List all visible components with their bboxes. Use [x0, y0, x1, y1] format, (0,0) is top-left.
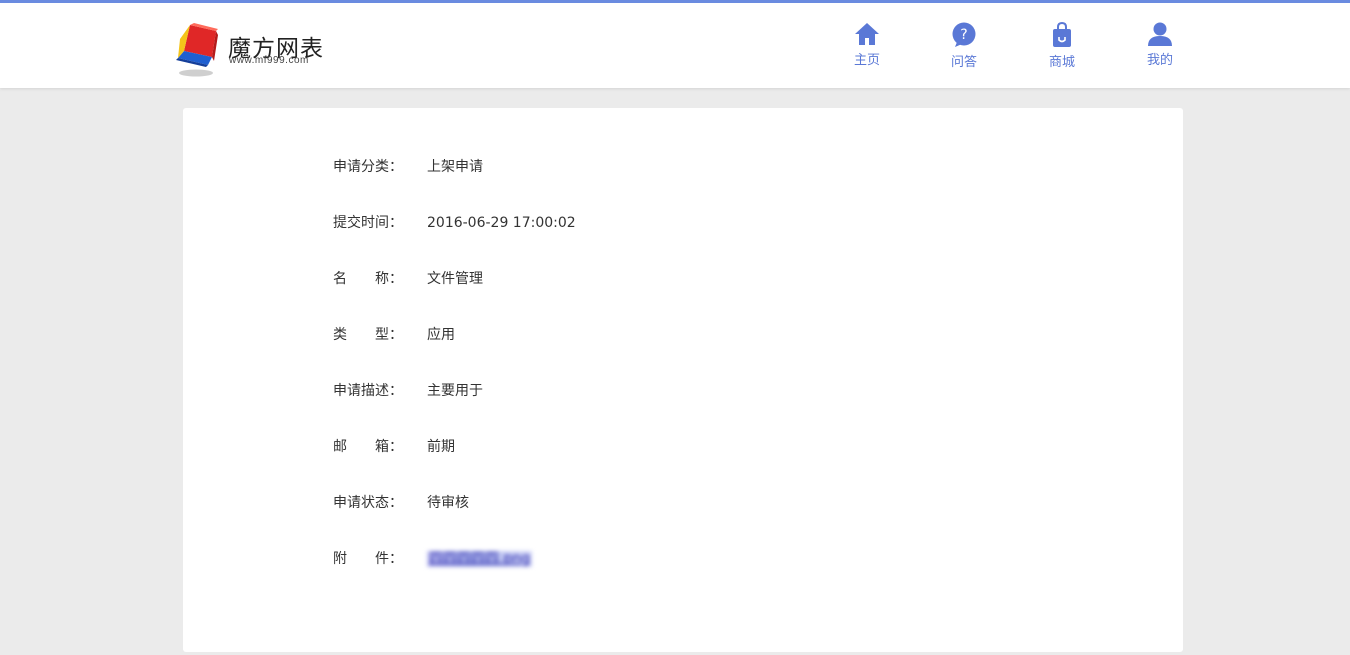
- nav-label-mine: 我的: [1146, 53, 1173, 68]
- detail-label: 附 件：: [333, 551, 403, 567]
- question-icon: ?: [952, 22, 976, 47]
- nav-item-mine[interactable]: 我的: [1130, 22, 1190, 74]
- shopping-bag-icon: [1053, 22, 1071, 47]
- nav-item-qa[interactable]: ? 问答: [934, 22, 994, 74]
- detail-label: 申请分类：: [333, 159, 403, 175]
- cube-logo-icon: [176, 23, 218, 77]
- nav-label-mall: 商城: [1048, 55, 1075, 70]
- detail-value: 主要用于: [427, 383, 483, 399]
- attachment-link[interactable]: 四四四四四.png: [427, 551, 533, 567]
- detail-label: 邮 箱：: [333, 439, 403, 455]
- detail-value: 2016-06-29 17:00:02: [427, 215, 576, 231]
- detail-value: 文件管理: [427, 271, 483, 287]
- nav-item-mall[interactable]: 商城: [1032, 22, 1092, 74]
- detail-label: 类 型：: [333, 327, 403, 343]
- status-value: 待审核: [427, 495, 469, 511]
- user-icon: [1148, 22, 1172, 46]
- detail-value: 上架申请: [427, 159, 483, 175]
- detail-label: 申请状态：: [333, 495, 403, 511]
- brand-logo[interactable]: 魔方网表 www.mf999.com: [174, 21, 334, 79]
- detail-label: 提交时间：: [333, 215, 403, 231]
- detail-value: 前期: [427, 439, 455, 455]
- nav-item-home[interactable]: 主页: [837, 22, 897, 74]
- top-navbar: 魔方网表 www.mf999.com 主页 ? 问答 商城 我的: [0, 0, 1350, 88]
- home-icon: [855, 23, 879, 45]
- detail-value: 应用: [427, 327, 455, 343]
- nav-label-home: 主页: [853, 53, 880, 68]
- application-detail-card: 申请分类： 上架申请 提交时间： 2016-06-29 17:00:02 名 称…: [183, 108, 1183, 652]
- detail-label: 申请描述：: [333, 383, 403, 399]
- brand-url: www.mf999.com: [229, 55, 309, 66]
- detail-label: 名 称：: [333, 271, 403, 287]
- attachment-value: 四四四四四.png: [427, 549, 533, 569]
- svg-text:?: ?: [960, 27, 967, 43]
- nav-label-qa: 问答: [950, 55, 977, 70]
